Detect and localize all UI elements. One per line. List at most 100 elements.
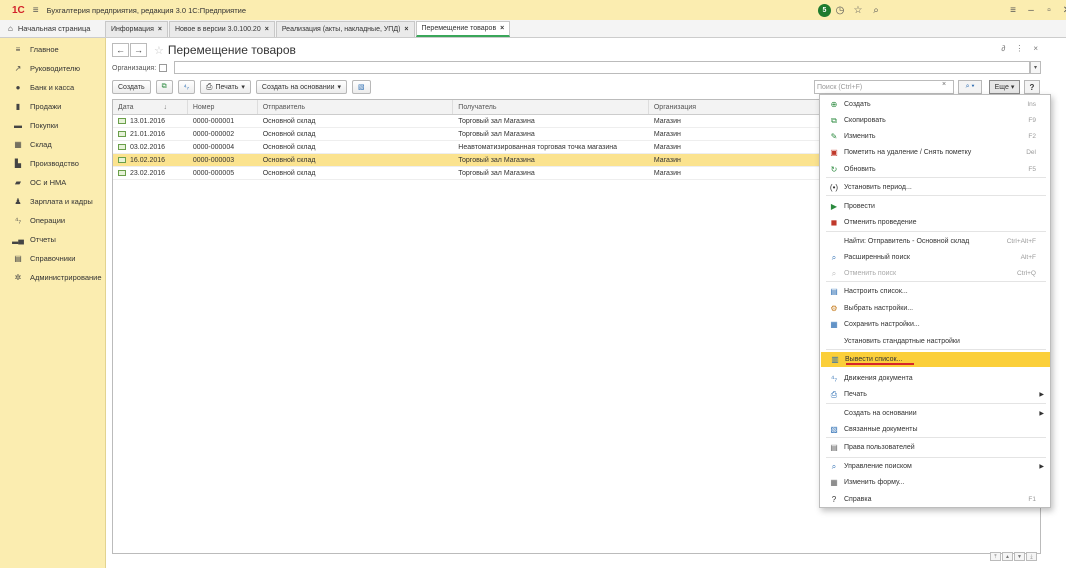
close-icon[interactable]: ×: [404, 26, 408, 33]
org-filter: Организация:: [112, 62, 168, 74]
sidebar-item-purchases[interactable]: ▬ Покупки: [0, 116, 105, 135]
back-button[interactable]: ←: [112, 43, 129, 57]
settings-lines-icon[interactable]: ≡: [1004, 5, 1022, 16]
history-icon[interactable]: ◷: [831, 5, 849, 16]
sidebar-item-bank[interactable]: ● Банк и касса: [0, 78, 105, 97]
menu-item[interactable]: ⎙ Печать ▶: [820, 387, 1050, 402]
sidebar-item-main[interactable]: ≡ Главное: [0, 40, 105, 59]
menu-item[interactable]: Установить стандартные настройки: [820, 334, 1050, 349]
cell-sender-text: Основной склад: [262, 143, 316, 151]
sidebar-item-operations[interactable]: ⁴₇ Операции: [0, 211, 105, 230]
search-button[interactable]: ⌕ ▾: [958, 80, 982, 94]
tab-home[interactable]: ⌂ Начальная страница: [0, 19, 105, 37]
search-icon[interactable]: ⌕: [867, 5, 885, 16]
scroll-up-icon[interactable]: ▲: [1002, 552, 1013, 561]
close-icon[interactable]: ×: [500, 25, 504, 32]
printer-icon: ⎙: [830, 389, 838, 399]
tab-sales[interactable]: Реализация (акты, накладные, УПД) ×: [275, 21, 415, 37]
forward-button[interactable]: →: [130, 43, 147, 57]
tab-new-version[interactable]: Новое в версии 3.0.100.20 ×: [168, 21, 275, 37]
menu-separator: [826, 177, 1046, 178]
menu-item-label: Расширенный поиск: [844, 254, 910, 261]
org-checkbox[interactable]: [159, 64, 168, 72]
scroll-buttons: ⤒ ▲ ▼ ⤓: [990, 552, 1037, 561]
chart-line-icon: ↗: [14, 64, 22, 73]
sidebar-item-manager[interactable]: ↗ Руководителю: [0, 59, 105, 78]
menu-item[interactable]: ▦ Изменить форму...: [820, 475, 1050, 490]
tab-goods-transfer[interactable]: Перемещение товаров ×: [415, 21, 511, 37]
menu-item[interactable]: ⚙ Выбрать настройки...: [820, 301, 1050, 316]
chevron-down-icon[interactable]: ▾: [1030, 61, 1041, 74]
sidebar-item-production[interactable]: ▙ Производство: [0, 154, 105, 173]
menu-item[interactable]: ⁴₇ Движения документа: [820, 371, 1050, 386]
chevron-down-icon: ▾: [337, 84, 342, 91]
favorite-star-icon[interactable]: ☆: [849, 5, 867, 16]
sidebar-item-payroll[interactable]: ♟ Зарплата и кадры: [0, 192, 105, 211]
tab-info[interactable]: Информация ×: [105, 21, 168, 37]
close-icon[interactable]: ✕: [1058, 5, 1066, 16]
operations-icon: ⁴₇: [14, 216, 22, 225]
menu-item[interactable]: ▦ Сохранить настройки...: [820, 317, 1050, 332]
menu-item[interactable]: ↻ Обновить F5: [820, 162, 1050, 177]
linked-docs-button[interactable]: ▧: [352, 80, 371, 94]
scroll-down-icon[interactable]: ▼: [1014, 552, 1025, 561]
sidebar-item-reports[interactable]: ▂▄ Отчеты: [0, 230, 105, 249]
menu-item[interactable]: ⌕ Управление поиском ▶: [820, 459, 1050, 474]
menu-item[interactable]: ⌕ Расширенный поиск Alt+F: [820, 250, 1050, 265]
menu-item-label: Печать: [844, 391, 867, 398]
copy-button[interactable]: ⧉: [155, 80, 173, 94]
menu-item-label: Провести: [844, 203, 875, 210]
menu-item[interactable]: ▶ Провести: [820, 199, 1050, 214]
column-label: Номер: [192, 103, 215, 111]
close-icon[interactable]: ×: [265, 26, 269, 33]
sidebar-item-label: Склад: [30, 140, 52, 149]
restore-icon[interactable]: ▫: [1040, 5, 1058, 16]
close-icon[interactable]: ×: [1033, 44, 1038, 53]
movements-button[interactable]: ⁴₇: [177, 80, 196, 94]
menu-item-label: Изменить форму...: [844, 479, 905, 486]
column-header-date[interactable]: Дата ↓: [113, 100, 188, 114]
column-header-receiver[interactable]: Получатель: [453, 100, 649, 114]
clear-icon[interactable]: ×: [942, 81, 946, 88]
menu-item[interactable]: Создать на основании ▶: [820, 406, 1050, 421]
menu-item[interactable]: (•) Установить период...: [820, 180, 1050, 195]
menu-item[interactable]: ▤ Права пользователей: [820, 440, 1050, 455]
hamburger-icon[interactable]: ≡: [33, 5, 39, 16]
menu-item[interactable]: Найти: Отправитель - Основной склад Ctrl+…: [820, 234, 1050, 249]
cell-org-text: Магазин: [653, 169, 681, 177]
column-header-number[interactable]: Номер: [188, 100, 258, 114]
menu-item[interactable]: ▥ Вывести список...: [821, 352, 1050, 367]
sidebar-item-directories[interactable]: ▤ Справочники: [0, 249, 105, 268]
menu-item[interactable]: ▤ Настроить список...: [820, 284, 1050, 299]
menu-item[interactable]: ⌕ Отменить поиск Ctrl+Q: [820, 266, 1050, 281]
menu-item[interactable]: ▣ Пометить на удаление / Снять пометку Del: [820, 145, 1050, 160]
close-icon[interactable]: ×: [158, 26, 162, 33]
menu-item[interactable]: ⊕ Создать Ins: [820, 97, 1050, 112]
menu-item[interactable]: ⧉ Скопировать F9: [820, 113, 1050, 128]
favorite-star-icon[interactable]: ☆: [154, 44, 164, 57]
more-button[interactable]: Еще ▾: [989, 80, 1020, 94]
link-icon[interactable]: ∂: [1001, 44, 1005, 53]
print-button[interactable]: ⎙ Печать ▾: [200, 80, 251, 94]
sidebar-item-admin[interactable]: ✲ Администрирование: [0, 268, 105, 287]
menu-item[interactable]: ▧ Связанные документы: [820, 422, 1050, 437]
sidebar-item-sales[interactable]: ▮ Продажи: [0, 97, 105, 116]
scroll-bottom-icon[interactable]: ⤓: [1026, 552, 1037, 561]
menu-item[interactable]: ◼ Отменить проведение: [820, 215, 1050, 230]
help-button[interactable]: ?: [1024, 80, 1040, 94]
column-header-sender[interactable]: Отправитель: [258, 100, 454, 114]
scroll-top-icon[interactable]: ⤒: [990, 552, 1001, 561]
menu-item[interactable]: ✎ Изменить F2: [820, 129, 1050, 144]
minimize-icon[interactable]: –: [1022, 5, 1040, 16]
more-vertical-icon[interactable]: ⋮: [1015, 44, 1023, 53]
search-input[interactable]: Поиск (Ctrl+F): [814, 80, 954, 94]
notification-badge[interactable]: 5: [818, 3, 831, 17]
sidebar-item-warehouse[interactable]: ▦ Склад: [0, 135, 105, 154]
menu-item[interactable]: ? Справка F1: [820, 492, 1050, 507]
movements-icon: ⁴₇: [183, 83, 190, 91]
sidebar-item-fixed-assets[interactable]: ▰ ОС и НМА: [0, 173, 105, 192]
org-input[interactable]: [174, 61, 1030, 74]
cell-sender: Основной склад: [258, 128, 454, 140]
create-based-button[interactable]: Создать на основании ▾: [255, 80, 348, 94]
create-button[interactable]: Создать: [112, 80, 151, 94]
